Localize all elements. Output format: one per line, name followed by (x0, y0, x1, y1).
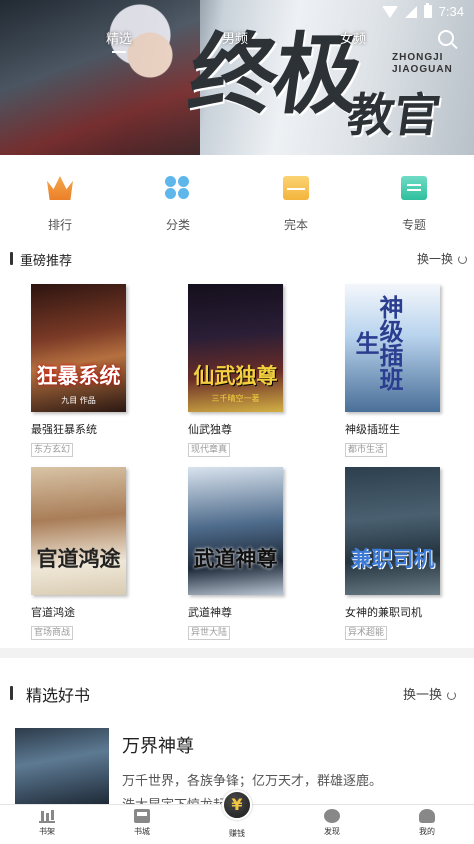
cover-title: 武道神尊 (193, 546, 278, 571)
banner-pinyin-2: JIAOGUAN (392, 64, 453, 75)
profile-icon (419, 809, 435, 823)
tab-male[interactable]: 男频 (222, 28, 248, 47)
status-time: 7:34 (438, 4, 464, 19)
topic-icon (401, 176, 427, 200)
book-cover: 武道神尊 (188, 467, 283, 595)
signal-icon (404, 5, 417, 18)
book-tag: 东方玄幻 (31, 443, 74, 457)
book-cover: 兼职司机 (345, 467, 440, 595)
nav-earn[interactable]: 赚钱 (207, 825, 267, 839)
nav-label: 书城 (134, 827, 150, 836)
book-card[interactable]: 武道神尊 武道神尊 异世大陆 (188, 467, 308, 640)
nav-profile[interactable]: 我的 (397, 809, 457, 837)
book-card[interactable]: 仙武独尊 三千晴空一著 仙武独尊 现代章真 (188, 284, 308, 457)
category-label: 排行 (47, 218, 72, 232)
section-marker (10, 252, 13, 265)
book-title: 武道神尊 (188, 606, 232, 619)
discover-icon (324, 809, 340, 823)
book-card[interactable]: 兼职司机 女神的兼职司机 异术超能 (345, 467, 465, 640)
crown-icon (47, 176, 73, 200)
cover-author: 九目 作品 (61, 396, 96, 405)
cover-title: 兼职司机 (350, 546, 435, 571)
store-icon (134, 809, 150, 823)
book-cover: 仙武独尊 三千晴空一著 (188, 284, 283, 412)
refresh-icon (458, 255, 468, 264)
featured-title: 精选好书 (26, 686, 91, 705)
nav-bookstore[interactable]: 书城 (112, 809, 172, 837)
book-title: 仙武独尊 (188, 423, 232, 436)
nav-label: 书架 (39, 827, 55, 836)
book-cover: 神级插班生 (345, 284, 440, 412)
category-classify[interactable]: 分类 (138, 176, 218, 233)
cover-title: 官道鸿途 (36, 546, 121, 571)
book-card[interactable]: 神级插班生 神级插班生 都市生活 (345, 284, 465, 457)
book-cover: 官道鸿途 (31, 467, 126, 595)
nav-label: 赚钱 (229, 829, 245, 838)
category-label: 完本 (283, 218, 308, 232)
top-tab-bar: 精选 男频 女频 (0, 28, 474, 53)
grid-icon (165, 176, 191, 200)
refresh-label: 换一换 (417, 252, 454, 266)
recommend-refresh-button[interactable]: 换一换 (417, 250, 468, 267)
nav-discover[interactable]: 发现 (302, 809, 362, 837)
cover-title: 神级插班生 (351, 295, 404, 391)
book-tag: 异世大陆 (188, 626, 231, 640)
recommend-title: 重磅推荐 (20, 254, 73, 269)
book-cover: 狂暴系统 九目 作品 (31, 284, 126, 412)
tab-female[interactable]: 女频 (340, 28, 366, 47)
category-label: 分类 (165, 218, 190, 232)
category-row: 排行 分类 完本 专题 (0, 176, 474, 236)
book-title: 神级插班生 (345, 423, 400, 436)
category-topics[interactable]: 专题 (374, 176, 454, 233)
featured-book-cover[interactable] (15, 728, 109, 808)
book-card[interactable]: 官道鸿途 官道鸿途 官场商战 (31, 467, 151, 640)
search-icon[interactable] (438, 30, 454, 46)
book-card[interactable]: 狂暴系统 九目 作品 最强狂暴系统 东方玄幻 (31, 284, 151, 457)
tab-featured[interactable]: 精选 (106, 28, 132, 53)
featured-header: 精选好书 换一换 (0, 682, 474, 705)
banner-pinyin-1: ZHONGJI (392, 52, 444, 63)
status-bar: 7:34 (0, 0, 474, 24)
featured-refresh-button[interactable]: 换一换 (403, 684, 457, 703)
cover-title: 狂暴系统 (36, 363, 121, 388)
book-tag: 现代章真 (188, 443, 231, 457)
category-completed[interactable]: 完本 (256, 176, 336, 233)
shelf-icon (39, 809, 55, 823)
book-title: 官道鸿途 (31, 606, 75, 619)
book-tag: 都市生活 (345, 443, 388, 457)
banner-subtitle: 教官 (344, 88, 444, 142)
battery-icon (423, 3, 432, 18)
nav-label: 发现 (324, 827, 340, 836)
cover-author: 三千晴空一著 (211, 394, 260, 403)
refresh-label: 换一换 (403, 688, 443, 703)
wifi-icon (381, 5, 398, 18)
banner-pinyin: ZHONGJI JIAOGUAN (392, 52, 453, 76)
book-title: 最强狂暴系统 (31, 423, 97, 436)
refresh-icon (447, 691, 457, 700)
cover-title: 仙武独尊 (193, 363, 278, 388)
category-ranking[interactable]: 排行 (20, 176, 100, 233)
featured-desc-line: 万千世界，各族争锋；亿万天才，群雄逐鹿。 (122, 774, 383, 789)
book-title: 女神的兼职司机 (345, 606, 422, 619)
book-icon (283, 176, 309, 200)
section-divider (0, 648, 474, 658)
book-tag: 官场商战 (31, 626, 74, 640)
book-tag: 异术超能 (345, 626, 388, 640)
category-label: 专题 (401, 218, 426, 232)
nav-label: 我的 (419, 827, 435, 836)
featured-book-title[interactable]: 万界神尊 (122, 732, 194, 758)
recommend-header: 重磅推荐 换一换 (0, 250, 474, 269)
nav-bookshelf[interactable]: 书架 (17, 809, 77, 837)
yuan-coin-icon[interactable]: ¥ (222, 790, 252, 820)
section-marker (10, 686, 13, 700)
